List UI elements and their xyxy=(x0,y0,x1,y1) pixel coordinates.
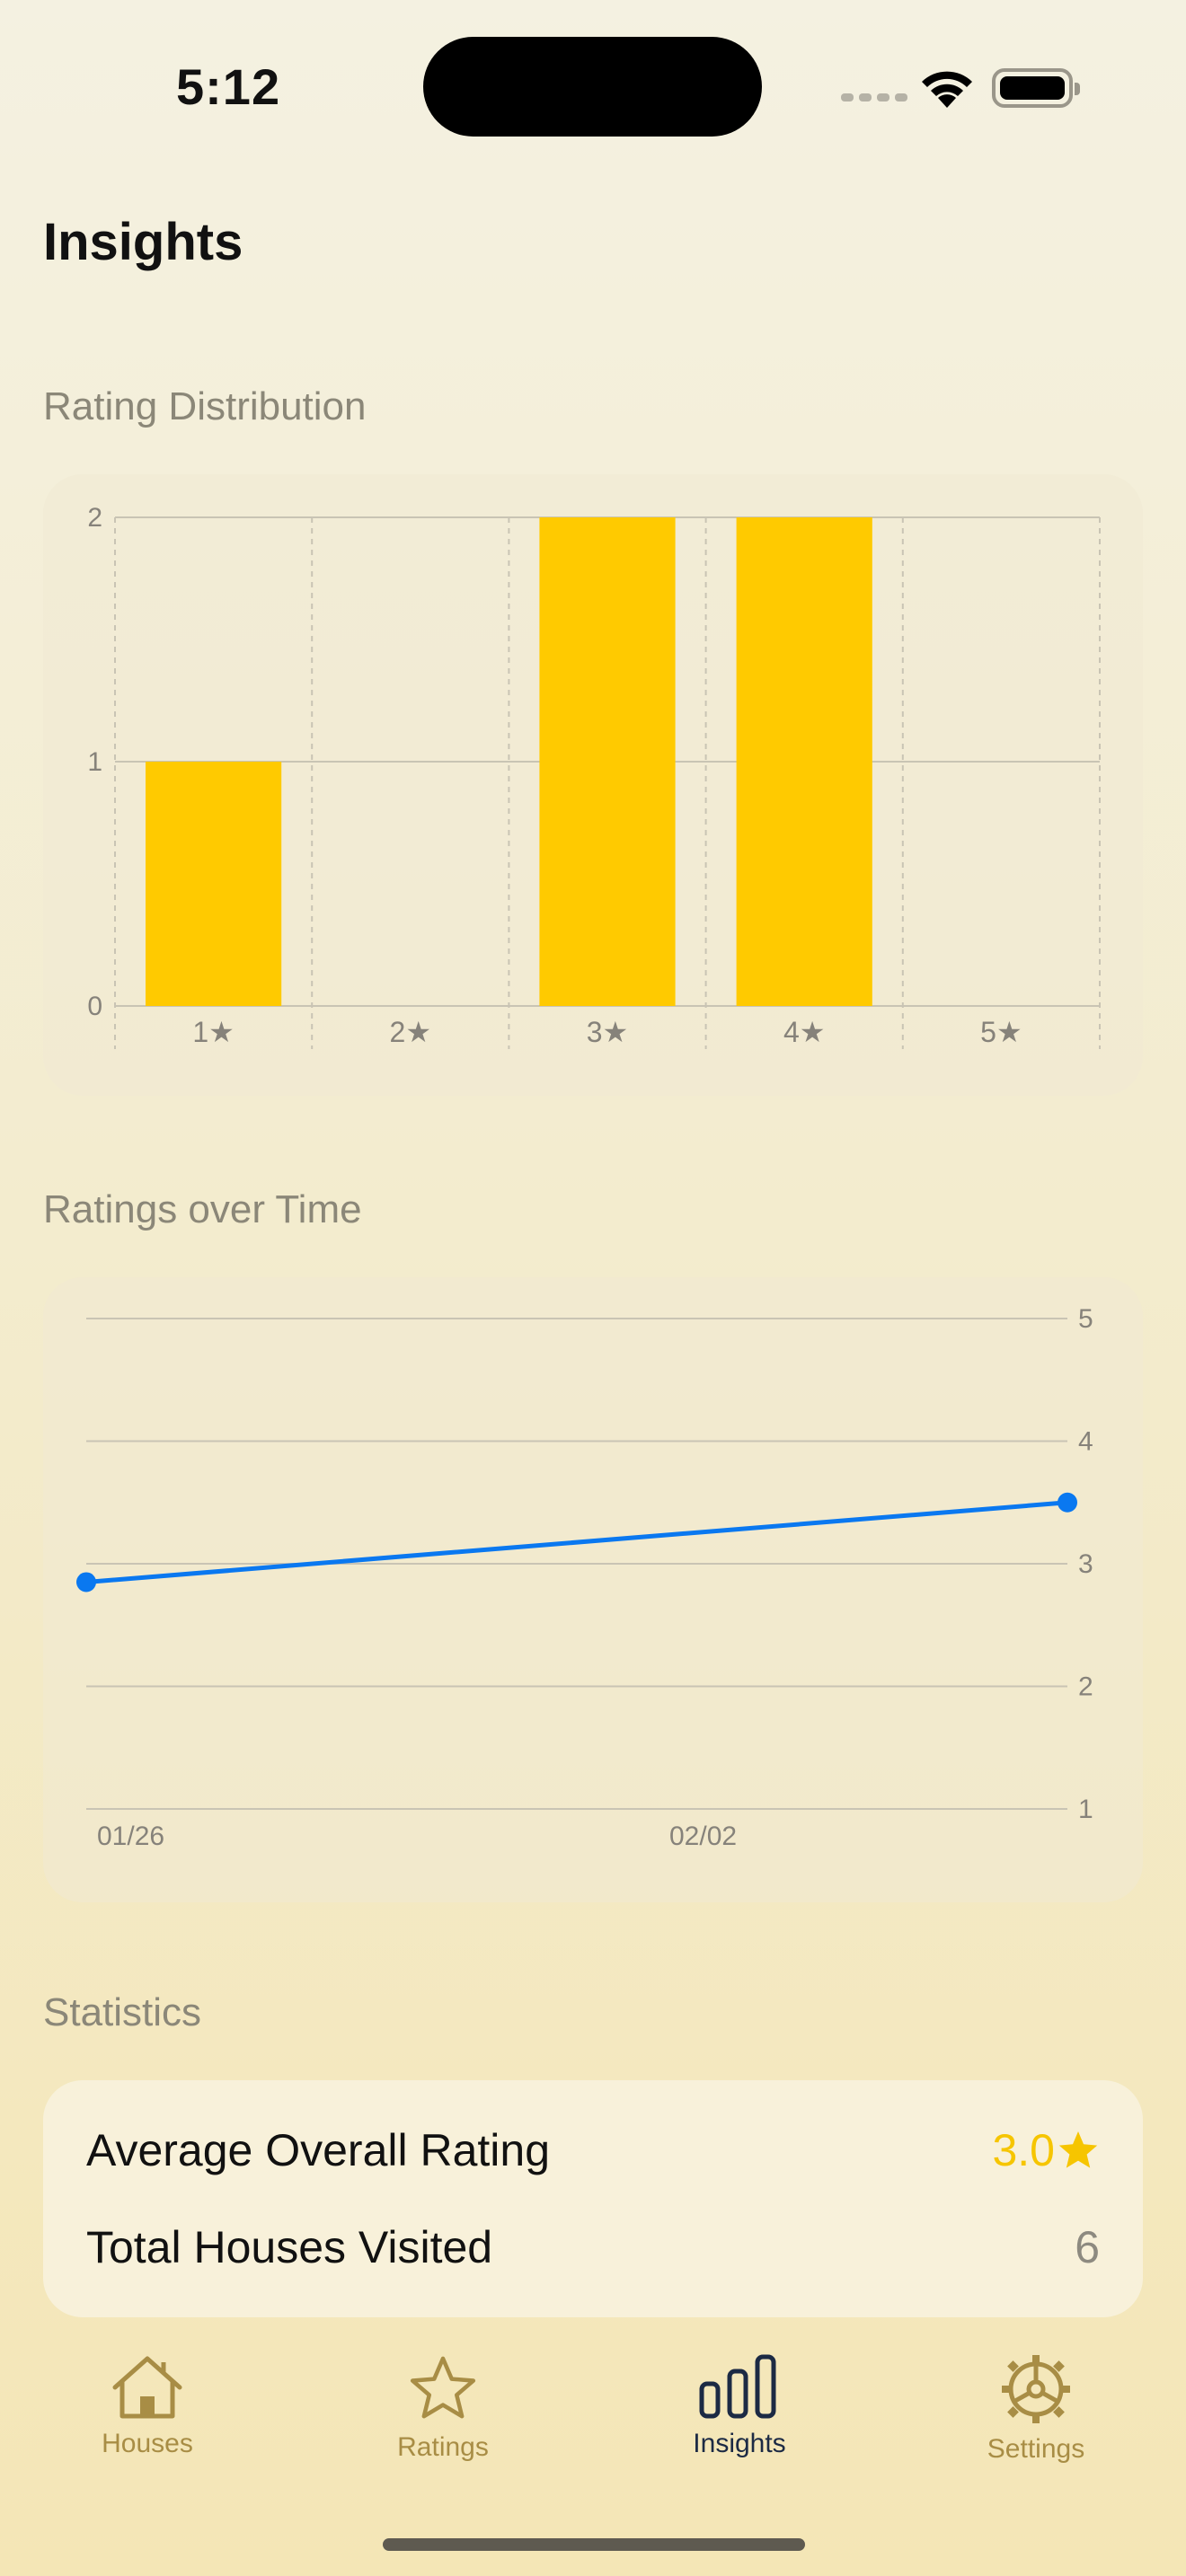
x-tick-label: 1★ xyxy=(192,1016,234,1048)
insights-screen: 5:12 Insights Rating Distribution 0 1 2 1★ 2… xyxy=(0,0,1186,2576)
y-tick-label: 5 xyxy=(1078,1304,1093,1334)
total-houses-row: Total Houses Visited 6 xyxy=(86,2211,1100,2283)
x-tick-label: 02/02 xyxy=(669,1822,737,1851)
x-tick-label: 5★ xyxy=(980,1016,1022,1048)
tab-settings[interactable]: Settings xyxy=(937,2353,1135,2465)
tab-houses[interactable]: Houses xyxy=(49,2353,246,2459)
bar xyxy=(736,517,872,1006)
y-tick-label: 0 xyxy=(87,992,102,1021)
data-point xyxy=(1058,1492,1077,1513)
tab-bar: Houses Ratings Insights Settings xyxy=(0,2353,1186,2497)
star-icon xyxy=(410,2356,476,2419)
cellular-signal-icon xyxy=(841,93,907,101)
bar-chart-icon xyxy=(699,2354,776,2419)
gear-icon xyxy=(1002,2355,1070,2423)
tab-settings-label: Settings xyxy=(987,2434,1085,2464)
statistics-card: Average Overall Rating 3.0 Total Houses … xyxy=(43,2080,1143,2317)
ratings-over-time-card: 1 2 3 4 5 01/26 02/02 xyxy=(43,1277,1143,1902)
rating-distribution-card: 0 1 2 1★ 2★ 3★ 4★ 5★ xyxy=(43,474,1143,1096)
tab-insights[interactable]: Insights xyxy=(641,2353,838,2459)
average-rating-label: Average Overall Rating xyxy=(86,2125,551,2175)
total-houses-value: 6 xyxy=(1075,2222,1100,2272)
average-rating-row: Average Overall Rating 3.0 xyxy=(86,2114,1100,2186)
x-tick-label: 01/26 xyxy=(97,1822,164,1851)
data-point xyxy=(76,1572,96,1592)
ratings-over-time-chart: 1 2 3 4 5 01/26 02/02 xyxy=(76,1304,1093,1851)
x-tick-label: 4★ xyxy=(783,1016,825,1048)
x-tick-label: 2★ xyxy=(390,1016,431,1048)
total-houses-label: Total Houses Visited xyxy=(86,2222,493,2272)
series-line xyxy=(84,1500,1070,1584)
ratings-over-time-header: Ratings over Time xyxy=(43,1187,362,1231)
bar xyxy=(146,762,282,1006)
tab-houses-label: Houses xyxy=(102,2429,193,2458)
average-rating-value-group: 3.0 xyxy=(992,2124,1100,2176)
tab-ratings[interactable]: Ratings xyxy=(344,2353,542,2463)
star-filled-icon xyxy=(1058,2131,1098,2168)
x-tick-label: 3★ xyxy=(587,1016,628,1048)
y-tick-label: 1 xyxy=(1078,1795,1093,1824)
status-time: 5:12 xyxy=(176,58,281,115)
y-tick-label: 4 xyxy=(1078,1427,1093,1457)
y-tick-label: 3 xyxy=(1078,1549,1093,1579)
house-icon xyxy=(112,2356,182,2419)
rating-distribution-header: Rating Distribution xyxy=(43,384,367,428)
tab-insights-label: Insights xyxy=(693,2429,786,2458)
y-tick-label: 2 xyxy=(1078,1672,1093,1702)
statistics-header: Statistics xyxy=(43,1990,202,2034)
y-tick-label: 1 xyxy=(87,747,102,777)
home-indicator[interactable] xyxy=(383,2538,805,2551)
bar xyxy=(539,517,676,1006)
average-rating-value: 3.0 xyxy=(992,2125,1055,2175)
tab-ratings-label: Ratings xyxy=(397,2432,489,2462)
battery-icon xyxy=(992,68,1080,108)
rating-distribution-chart: 0 1 2 1★ 2★ 3★ 4★ 5★ xyxy=(87,503,1101,1049)
wifi-icon xyxy=(922,71,972,108)
page-title: Insights xyxy=(43,213,243,271)
dynamic-island xyxy=(423,37,762,137)
y-tick-label: 2 xyxy=(87,503,102,533)
